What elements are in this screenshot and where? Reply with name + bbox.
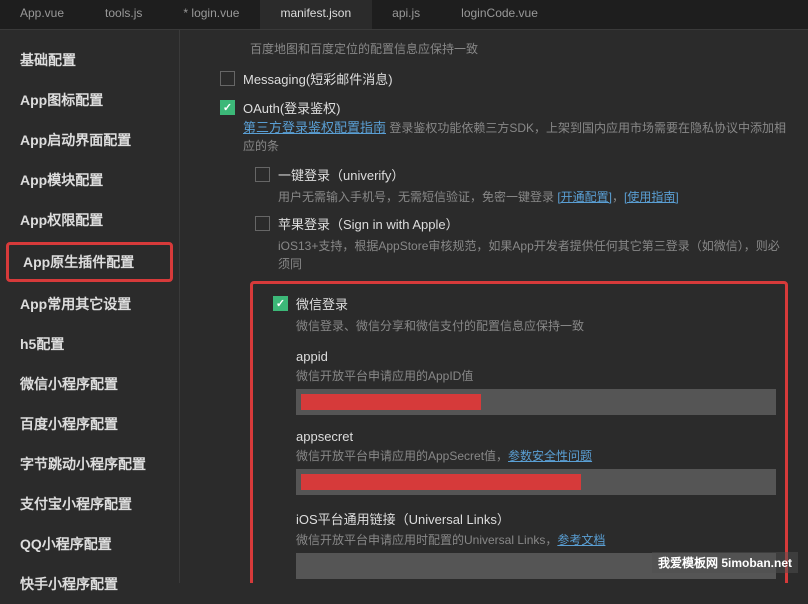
tab-tools-js[interactable]: tools.js — [85, 0, 163, 29]
appsecret-redacted — [301, 474, 581, 490]
universal-link[interactable]: 参考文档 — [557, 533, 605, 547]
appid-block: appid 微信开放平台申请应用的AppID值 — [296, 349, 775, 415]
wechat-label: 微信登录 — [296, 294, 348, 313]
appid-desc: 微信开放平台申请应用的AppID值 — [296, 367, 775, 384]
apple-section: 苹果登录（Sign in with Apple） iOS13+支持，根据AppS… — [200, 214, 788, 273]
appsecret-block: appsecret 微信开放平台申请应用的AppSecret值，参数安全性问题 — [296, 429, 775, 495]
appsecret-desc: 微信开放平台申请应用的AppSecret值，参数安全性问题 — [296, 447, 775, 464]
appsecret-link[interactable]: 参数安全性问题 — [508, 449, 592, 463]
appsecret-label: appsecret — [296, 429, 775, 444]
universal-desc-text: 微信开放平台申请应用时配置的Universal Links， — [296, 533, 557, 547]
appid-label: appid — [296, 349, 775, 364]
appsecret-input[interactable] — [296, 469, 776, 495]
messaging-checkbox[interactable] — [220, 71, 235, 86]
univerify-link2[interactable]: [使用指南] — [624, 190, 679, 204]
appid-redacted — [301, 394, 481, 410]
sidebar-item-icon[interactable]: App图标配置 — [0, 80, 179, 120]
univerify-section: 一键登录（univerify） 用户无需输入手机号，无需短信验证，免密一键登录 … — [200, 165, 788, 206]
sidebar-item-splash[interactable]: App启动界面配置 — [0, 120, 179, 160]
apple-label: 苹果登录（Sign in with Apple） — [278, 214, 459, 233]
tab-login-vue[interactable]: * login.vue — [163, 0, 260, 29]
main-container: 基础配置 App图标配置 App启动界面配置 App模块配置 App权限配置 A… — [0, 30, 808, 583]
sidebar-item-alipay-mp[interactable]: 支付宝小程序配置 — [0, 484, 179, 524]
univerify-sep: ， — [612, 190, 624, 204]
editor-tabs: App.vue tools.js * login.vue manifest.js… — [0, 0, 808, 30]
tab-manifest-json[interactable]: manifest.json — [260, 0, 372, 29]
watermark: 我爱模板网 5imoban.net — [652, 552, 798, 573]
appid-input[interactable] — [296, 389, 776, 415]
wechat-checkbox[interactable] — [273, 296, 288, 311]
universal-desc: 微信开放平台申请应用时配置的Universal Links，参考文档 — [296, 531, 775, 548]
appsecret-desc-text: 微信开放平台申请应用的AppSecret值， — [296, 449, 508, 463]
sidebar-item-baidu-mp[interactable]: 百度小程序配置 — [0, 404, 179, 444]
messaging-label: Messaging(短彩邮件消息) — [243, 69, 393, 88]
oauth-label: OAuth(登录鉴权) — [243, 101, 341, 116]
oauth-guide-link[interactable]: 第三方登录鉴权配置指南 — [243, 120, 386, 135]
sidebar: 基础配置 App图标配置 App启动界面配置 App模块配置 App权限配置 A… — [0, 30, 180, 583]
apple-desc: iOS13+支持，根据AppStore审核规范，如果App开发者提供任何其它第三… — [255, 237, 788, 273]
sidebar-item-permission[interactable]: App权限配置 — [0, 200, 179, 240]
sidebar-item-basic[interactable]: 基础配置 — [0, 40, 179, 80]
sidebar-item-kuaishou-mp[interactable]: 快手小程序配置 — [0, 564, 179, 604]
wechat-box: 微信登录 微信登录、微信分享和微信支付的配置信息应保持一致 appid 微信开放… — [250, 281, 788, 583]
univerify-desc: 用户无需输入手机号，无需短信验证，免密一键登录 [开通配置]，[使用指南] — [255, 188, 788, 206]
sidebar-item-module[interactable]: App模块配置 — [0, 160, 179, 200]
sidebar-item-bytedance-mp[interactable]: 字节跳动小程序配置 — [0, 444, 179, 484]
main-panel: 百度地图和百度定位的配置信息应保持一致 Messaging(短彩邮件消息) OA… — [180, 30, 808, 583]
univerify-link1[interactable]: [开通配置] — [557, 190, 612, 204]
apple-checkbox[interactable] — [255, 216, 270, 231]
sidebar-item-native-plugin[interactable]: App原生插件配置 — [6, 242, 173, 282]
messaging-row: Messaging(短彩邮件消息) — [200, 69, 788, 88]
oauth-row: OAuth(登录鉴权) 第三方登录鉴权配置指南 登录鉴权功能依赖三方SDK，上架… — [200, 98, 788, 155]
sidebar-item-other[interactable]: App常用其它设置 — [0, 284, 179, 324]
tab-api-js[interactable]: api.js — [372, 0, 441, 29]
univerify-desc-text: 用户无需输入手机号，无需短信验证，免密一键登录 — [278, 190, 557, 204]
baidu-desc: 百度地图和百度定位的配置信息应保持一致 — [200, 40, 788, 57]
sidebar-item-qq-mp[interactable]: QQ小程序配置 — [0, 524, 179, 564]
univerify-checkbox[interactable] — [255, 167, 270, 182]
tab-app-vue[interactable]: App.vue — [0, 0, 85, 29]
wechat-desc: 微信登录、微信分享和微信支付的配置信息应保持一致 — [273, 317, 775, 335]
oauth-checkbox[interactable] — [220, 100, 235, 115]
sidebar-item-wechat-mp[interactable]: 微信小程序配置 — [0, 364, 179, 404]
universal-label: iOS平台通用链接（Universal Links） — [296, 509, 775, 528]
univerify-label: 一键登录（univerify） — [278, 165, 404, 184]
tab-logincode-vue[interactable]: loginCode.vue — [441, 0, 559, 29]
sidebar-item-h5[interactable]: h5配置 — [0, 324, 179, 364]
